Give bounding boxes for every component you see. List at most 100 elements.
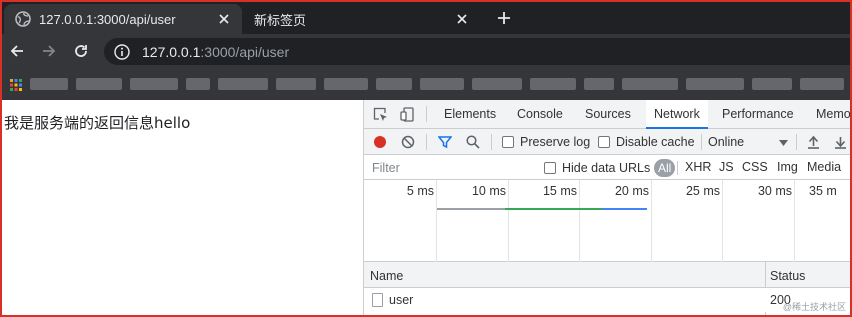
column-status[interactable]: Status xyxy=(770,269,805,283)
timeline-gridline xyxy=(436,180,437,262)
tab-performance[interactable]: Performance xyxy=(722,100,794,129)
timeline-gridline xyxy=(722,180,723,262)
url-host: 127.0.0.1 xyxy=(142,43,201,60)
address-bar[interactable]: 127.0.0.1:3000/api/user xyxy=(104,38,852,65)
apps-grid-icon[interactable] xyxy=(10,78,22,91)
request-table-header: Name Status xyxy=(364,262,852,288)
waterfall-queue-bar xyxy=(437,208,505,210)
timeline-tick-label: 10 ms xyxy=(471,184,506,198)
devtools-tab-bar: Elements Console Sources Network Perform… xyxy=(364,100,852,129)
tab-title: 新标签页 xyxy=(254,12,307,28)
blurred-bookmark xyxy=(686,78,744,90)
export-har-icon[interactable] xyxy=(834,134,847,150)
type-filter-all[interactable]: All xyxy=(654,159,676,177)
timeline-tick-label: 20 ms xyxy=(614,184,649,198)
tab-elements[interactable]: Elements xyxy=(444,100,496,129)
search-icon[interactable] xyxy=(466,134,480,150)
throttling-select[interactable]: Online xyxy=(708,134,788,150)
timeline-tick-label: 15 ms xyxy=(542,184,577,198)
blurred-bookmark xyxy=(276,78,316,90)
bookmarks-bar xyxy=(0,68,852,100)
response-text: 我是服务端的返回信息hello xyxy=(4,114,191,132)
record-icon[interactable] xyxy=(373,134,387,150)
blurred-bookmark xyxy=(420,78,464,90)
blurred-bookmark xyxy=(324,78,368,90)
url-path: :3000/api/user xyxy=(200,43,290,60)
tab-title: 127.0.0.1:3000/api/user xyxy=(39,11,176,27)
timeline-tick-label: 25 ms xyxy=(685,184,720,198)
timeline-gridline xyxy=(508,180,509,262)
blurred-bookmark xyxy=(472,78,522,90)
type-filter-css[interactable]: CSS xyxy=(742,160,768,174)
blurred-bookmark xyxy=(752,78,792,90)
filter-bar: Hide data URLs All XHR JS CSS Img Media xyxy=(364,156,852,180)
back-arrow-icon[interactable] xyxy=(5,39,29,63)
column-name[interactable]: Name xyxy=(370,269,403,283)
tab-api-user[interactable]: 127.0.0.1:3000/api/user xyxy=(4,4,242,34)
toolbar-divider xyxy=(491,134,492,150)
device-toolbar-icon[interactable] xyxy=(399,106,415,122)
new-tab-plus-icon[interactable] xyxy=(492,6,516,30)
network-overview-timeline[interactable]: 5 ms 10 ms 15 ms 20 ms 25 ms 30 ms 35 m xyxy=(364,180,852,262)
request-name: user xyxy=(389,293,414,307)
browser-tab-strip: 127.0.0.1:3000/api/user 新标签页 xyxy=(0,0,852,34)
timeline-tick-label: 30 ms xyxy=(757,184,792,198)
hide-data-urls-checkbox[interactable]: Hide data URLs xyxy=(544,160,650,176)
blurred-bookmark xyxy=(218,78,268,90)
tab-new-tab[interactable]: 新标签页 xyxy=(244,4,480,34)
toolbar-divider xyxy=(426,106,427,122)
blurred-bookmark xyxy=(30,78,68,90)
checkbox-box[interactable] xyxy=(502,136,514,148)
preserve-log-label: Preserve log xyxy=(520,135,591,149)
tab-memory[interactable]: Memo xyxy=(816,100,851,129)
globe-icon xyxy=(15,11,31,27)
timeline-gridline xyxy=(579,180,580,262)
throttling-value: Online xyxy=(708,135,745,149)
blurred-bookmark xyxy=(376,78,412,90)
blurred-bookmark xyxy=(622,78,678,90)
table-row[interactable]: user 200 xyxy=(364,288,852,312)
page-content: 我是服务端的返回信息hello xyxy=(0,100,364,317)
blurred-bookmark xyxy=(584,78,614,90)
type-filter-js[interactable]: JS xyxy=(719,160,734,174)
filter-divider xyxy=(677,161,678,175)
waterfall-download-bar xyxy=(602,208,647,210)
close-tab-icon[interactable] xyxy=(216,11,232,27)
type-filter-xhr[interactable]: XHR xyxy=(685,160,711,174)
disable-cache-label: Disable cache xyxy=(616,135,695,149)
filter-funnel-icon[interactable] xyxy=(438,134,452,150)
info-icon[interactable] xyxy=(114,43,130,60)
close-tab-icon[interactable] xyxy=(454,11,470,27)
tab-sources[interactable]: Sources xyxy=(585,100,631,129)
browser-toolbar: 127.0.0.1:3000/api/user xyxy=(0,34,852,68)
blurred-bookmark xyxy=(800,78,844,90)
clear-icon[interactable] xyxy=(401,134,415,150)
type-filter-img[interactable]: Img xyxy=(777,160,798,174)
network-toolbar: Preserve log Disable cache Online xyxy=(364,129,852,155)
filter-input[interactable] xyxy=(366,158,532,178)
reload-icon[interactable] xyxy=(69,39,93,63)
disable-cache-checkbox[interactable]: Disable cache xyxy=(598,134,695,150)
timeline-gridline xyxy=(794,180,795,262)
document-icon xyxy=(372,293,383,307)
inspect-element-icon[interactable] xyxy=(372,106,388,122)
dropdown-triangle-icon xyxy=(779,135,788,149)
timeline-gridline xyxy=(651,180,652,262)
blurred-bookmark xyxy=(186,78,210,90)
tab-console[interactable]: Console xyxy=(517,100,563,129)
watermark: @稀土技术社区 xyxy=(782,302,846,312)
preserve-log-checkbox[interactable]: Preserve log xyxy=(502,134,590,150)
checkbox-box[interactable] xyxy=(598,136,610,148)
timeline-tick-label: 35 m xyxy=(809,184,837,198)
forward-arrow-icon[interactable] xyxy=(37,39,61,63)
tab-network[interactable]: Network xyxy=(646,100,708,129)
import-har-icon[interactable] xyxy=(807,134,820,150)
type-filter-media[interactable]: Media xyxy=(807,160,841,174)
checkbox-box[interactable] xyxy=(544,162,556,174)
blurred-bookmark xyxy=(530,78,576,90)
hide-data-urls-label: Hide data URLs xyxy=(562,161,651,175)
toolbar-divider xyxy=(796,134,797,150)
devtools-panel: Elements Console Sources Network Perform… xyxy=(363,100,852,317)
timeline-tick-label: 5 ms xyxy=(406,184,434,198)
toolbar-divider xyxy=(701,134,702,150)
